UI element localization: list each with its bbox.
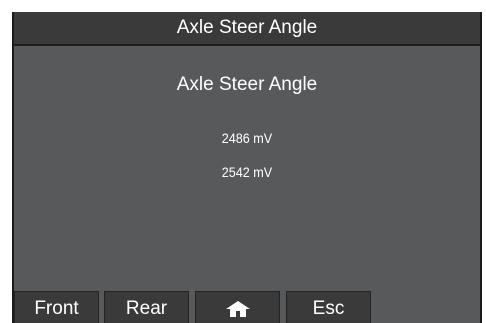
softkey-bar: Front Rear Esc	[14, 291, 480, 323]
home-button[interactable]	[195, 291, 280, 323]
rear-button[interactable]: Rear	[104, 291, 189, 323]
esc-button-label: Esc	[312, 297, 345, 319]
rear-button-label: Rear	[125, 297, 168, 319]
title-bar: Axle Steer Angle	[14, 12, 480, 46]
display-screen: Axle Steer Angle Axle Steer Angle 2486 m…	[12, 12, 482, 323]
front-button[interactable]: Front	[14, 291, 99, 323]
sensor-reading-2: 2542 mV	[221, 164, 273, 180]
sensor-reading-1: 2486 mV	[221, 130, 273, 146]
home-icon	[225, 300, 250, 317]
front-button-label: Front	[34, 297, 79, 319]
esc-button[interactable]: Esc	[286, 291, 371, 323]
section-heading: Axle Steer Angle	[176, 74, 318, 95]
screen-title: Axle Steer Angle	[176, 17, 318, 38]
